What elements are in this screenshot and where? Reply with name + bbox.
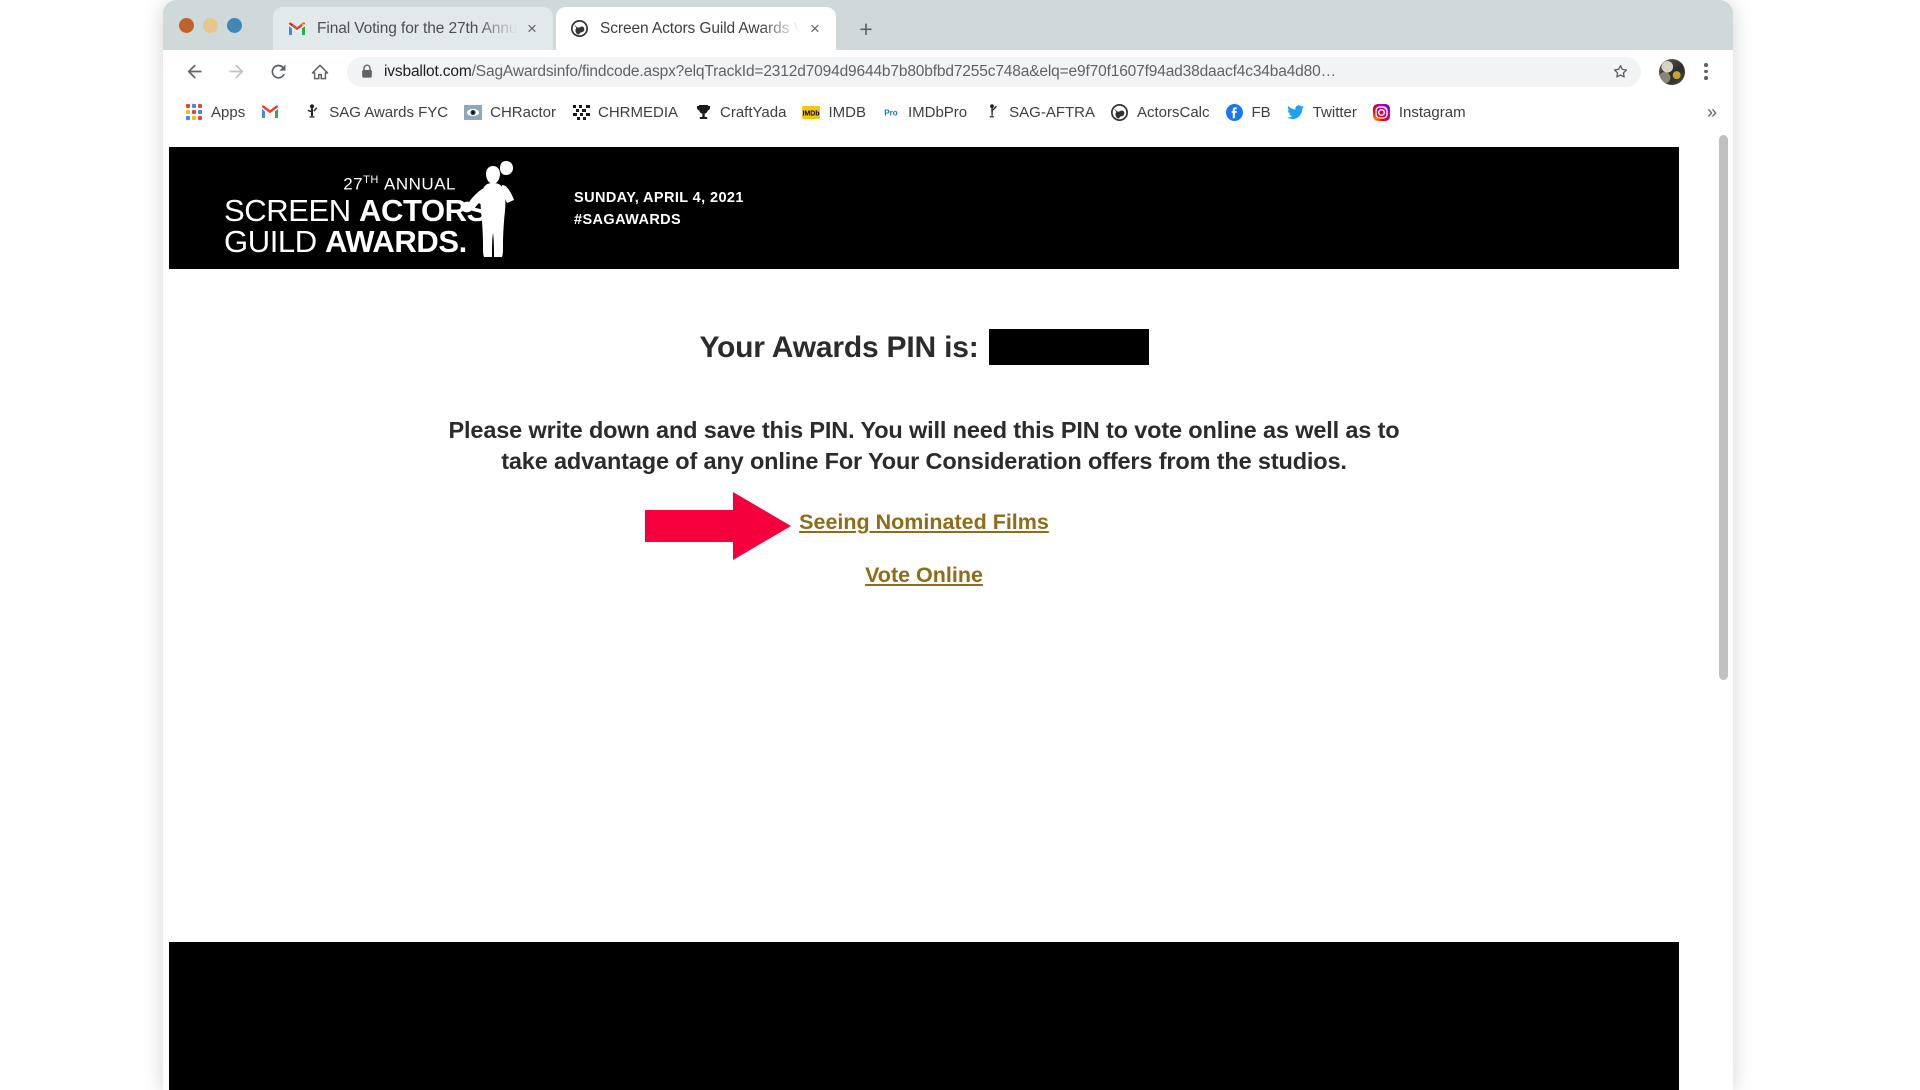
browser-tab-sag-awards[interactable]: Screen Actors Guild Awards Vo × <box>556 7 836 50</box>
home-button[interactable] <box>303 55 337 89</box>
bookmarks-overflow-button[interactable]: » <box>1707 102 1717 123</box>
page-scrollbar-track[interactable] <box>1717 131 1731 1090</box>
facebook-icon <box>1226 103 1244 121</box>
reload-button[interactable] <box>261 55 295 89</box>
sag-awards-date: SUNDAY, APRIL 4, 2021 <box>574 190 744 206</box>
bookmark-label: IMDbPro <box>907 103 968 121</box>
sag-logo-awards: AWARDS. <box>324 223 467 259</box>
imdbpro-icon: Pro <box>882 103 900 121</box>
chrmedia-icon <box>572 103 590 121</box>
address-bar[interactable]: ivsballot.com/SagAwardsinfo/findcode.asp… <box>347 56 1641 87</box>
sag-logo-annual: ANNUAL <box>384 174 456 194</box>
sag-logo-line-ordinal: 27TH ANNUAL <box>224 175 456 193</box>
sag-logo-guild: GUILD <box>224 223 317 259</box>
tab-title: Screen Actors Guild Awards Vo <box>600 19 800 37</box>
bookmark-chractor[interactable]: CHRactor <box>456 98 564 126</box>
pin-instructions-paragraph: Please write down and save this PIN. You… <box>448 417 1400 475</box>
pin-heading-text: Your Awards PIN is: <box>699 331 979 364</box>
gmail-icon <box>261 103 279 121</box>
new-tab-button[interactable]: + <box>853 16 879 42</box>
bookmark-label: ActorsCalc <box>1136 103 1210 121</box>
bookmark-label: FB <box>1251 103 1271 121</box>
bookmark-sag-aftra[interactable]: SAG-AFTRA <box>975 98 1103 126</box>
bookmark-fb[interactable]: FB <box>1218 98 1279 126</box>
close-tab-icon[interactable]: × <box>804 18 826 40</box>
sag-actor-statue-icon <box>461 161 514 257</box>
apps-grid-icon <box>185 103 203 121</box>
link-seeing-nominated-films[interactable]: Seeing Nominated Films <box>169 510 1679 535</box>
instagram-icon <box>1373 103 1391 121</box>
trophy-icon <box>694 103 712 121</box>
imdb-icon: IMDb <box>802 103 821 121</box>
bookmark-instagram[interactable]: Instagram <box>1365 98 1474 126</box>
sag-awards-logo: 27TH ANNUAL SCREEN ACTORS GUILD AWARDS. <box>224 175 487 259</box>
close-tab-icon[interactable]: × <box>521 18 543 40</box>
sag-awards-date-block: SUNDAY, APRIL 4, 2021 #SAGAWARDS <box>574 187 744 232</box>
bookmark-twitter[interactable]: Twitter <box>1279 98 1365 126</box>
avatar[interactable] <box>1659 58 1685 85</box>
browser-tab-final-voting[interactable]: Final Voting for the 27th Annua × <box>273 7 553 50</box>
bookmark-label: Apps <box>211 103 246 121</box>
bookmark-label: IMDB <box>828 103 866 121</box>
svg-text:IMDb: IMDb <box>803 110 820 117</box>
url-host: ivsballot.com <box>384 62 472 80</box>
browser-window: Final Voting for the 27th Annua × Screen… <box>163 0 1733 1090</box>
sag-logo-line-2: SCREEN ACTORS <box>224 192 487 228</box>
bookmark-label: SAG-AFTRA <box>1009 103 1095 121</box>
window-traffic-lights <box>179 18 242 33</box>
page-title: Your Awards PIN is: <box>169 329 1679 365</box>
bookmark-label: CraftYada <box>720 103 787 121</box>
bookmark-label: SAG Awards FYC <box>329 103 449 121</box>
link-vote-online[interactable]: Vote Online <box>169 563 1679 588</box>
tab-strip: Final Voting for the 27th Annua × Screen… <box>163 0 1733 50</box>
sag-logo-line-3: GUILD AWARDS. <box>224 223 467 259</box>
forward-button[interactable] <box>219 55 253 89</box>
sag-aftra-icon <box>983 103 1001 121</box>
page-viewport: 27TH ANNUAL SCREEN ACTORS GUILD AWARDS. <box>163 131 1733 1090</box>
sag-logo-ordinal: 27 <box>343 174 364 194</box>
bookmark-gmail[interactable] <box>253 98 295 126</box>
gmail-icon <box>287 19 306 38</box>
sag-logo-ordinal-suffix: TH <box>363 174 379 186</box>
minimize-window-button[interactable] <box>203 18 218 33</box>
bookmark-star-icon[interactable] <box>1607 59 1633 85</box>
bookmark-chrmedia[interactable]: CHRMEDIA <box>564 98 686 126</box>
back-button[interactable] <box>177 55 211 89</box>
bookmarks-bar: Apps SAG Awards FYC CHRactor CHRMEDIA Cr… <box>163 93 1733 131</box>
lock-icon <box>361 64 375 79</box>
page-content: 27TH ANNUAL SCREEN ACTORS GUILD AWARDS. <box>169 147 1709 1090</box>
bookmark-apps[interactable]: Apps <box>177 98 253 126</box>
page-footer-band <box>169 942 1679 1090</box>
sag-awards-hashtag: #SAGAWARDS <box>574 212 682 229</box>
tab-title: Final Voting for the 27th Annua <box>317 19 517 37</box>
sag-logo-screen: SCREEN <box>224 192 351 228</box>
bookmark-imdb[interactable]: IMDb IMDB <box>794 98 874 126</box>
pin-value-redacted <box>988 329 1149 365</box>
bookmark-label: Twitter <box>1312 103 1357 121</box>
browser-menu-button[interactable] <box>1691 57 1721 87</box>
sag-statue-icon <box>303 103 321 121</box>
close-window-button[interactable] <box>179 18 194 33</box>
url-text: ivsballot.com/SagAwardsinfo/findcode.asp… <box>384 63 1607 81</box>
chractor-icon <box>464 103 483 121</box>
twitter-icon <box>1287 103 1305 121</box>
page-scrollbar-thumb[interactable] <box>1719 135 1728 680</box>
globe-icon <box>1111 103 1129 121</box>
bookmark-label: CHRactor <box>490 103 556 121</box>
bookmark-label: Instagram <box>1398 103 1466 121</box>
bookmark-actorscalc[interactable]: ActorsCalc <box>1103 98 1218 126</box>
bookmark-craftyada[interactable]: CraftYada <box>686 98 794 126</box>
url-path: /SagAwardsinfo/findcode.aspx?elqTrackId=… <box>471 62 1336 80</box>
browser-toolbar: ivsballot.com/SagAwardsinfo/findcode.asp… <box>163 50 1733 93</box>
bookmark-label: CHRMEDIA <box>598 103 679 121</box>
svg-text:Pro: Pro <box>884 108 898 117</box>
bookmark-sag-awards-fyc[interactable]: SAG Awards FYC <box>295 98 456 126</box>
maximize-window-button[interactable] <box>227 18 242 33</box>
globe-icon <box>570 19 589 38</box>
sag-awards-banner: 27TH ANNUAL SCREEN ACTORS GUILD AWARDS. <box>169 147 1679 269</box>
bookmark-imdbpro[interactable]: Pro IMDbPro <box>874 98 975 126</box>
